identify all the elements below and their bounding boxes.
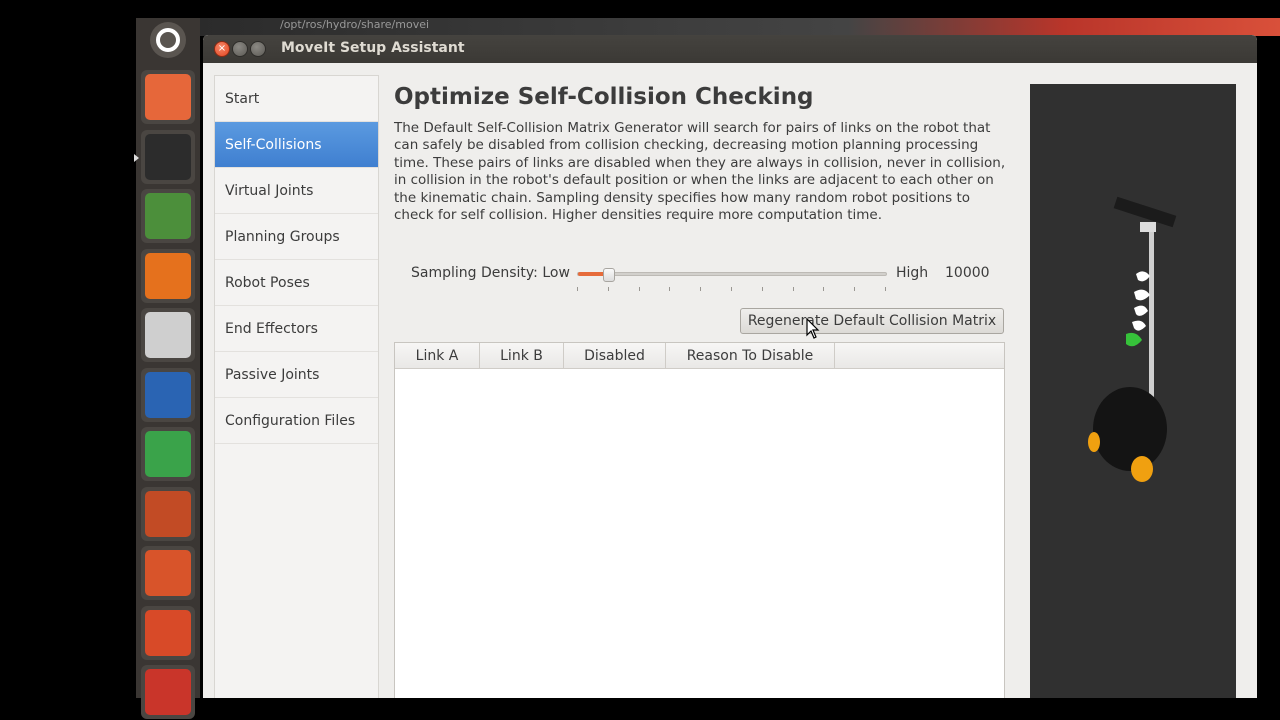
minimize-window-button[interactable] [232, 41, 248, 57]
firefox-glyph [145, 252, 191, 299]
nav-item-end-effectors[interactable]: End Effectors [215, 306, 378, 352]
title-bar[interactable]: × MoveIt Setup Assistant [203, 35, 1257, 63]
slider-tick [577, 287, 578, 291]
nav-item-start[interactable]: Start [215, 76, 378, 122]
ubuntu-one-glyph [145, 609, 191, 656]
robot-visualization[interactable] [1030, 84, 1236, 698]
background-window-path: /opt/ros/hydro/share/movei [280, 18, 430, 31]
sampling-density-row: Sampling Density: Low High 10000 [411, 263, 1001, 291]
setup-steps-nav: Start Self-Collisions Virtual Joints Pla… [214, 75, 379, 698]
software-center-icon[interactable] [141, 546, 195, 600]
nav-item-planning-groups[interactable]: Planning Groups [215, 214, 378, 260]
slider-tick [638, 287, 640, 291]
background-window-strip: /opt/ros/hydro/share/movei [200, 18, 1280, 36]
slider-handle[interactable] [603, 268, 615, 282]
sampling-density-label: Sampling Density: Low [411, 265, 570, 281]
nav-item-self-collisions[interactable]: Self-Collisions [215, 122, 378, 168]
maximize-window-button[interactable] [250, 41, 266, 57]
robot-model-icon [1088, 196, 1177, 482]
sampling-density-high-label: High [896, 265, 929, 281]
slider-tick [854, 287, 856, 291]
moveit-setup-window: × MoveIt Setup Assistant Start Self-Coll… [203, 35, 1257, 698]
active-indicator [134, 154, 139, 162]
software-center-glyph [145, 550, 191, 596]
chrome-glyph [145, 193, 191, 239]
nav-item-virtual-joints[interactable]: Virtual Joints [215, 168, 378, 214]
terminal-glyph [145, 133, 191, 180]
settings-glyph [145, 669, 191, 715]
slider-tick [761, 287, 763, 291]
sampling-density-slider[interactable] [577, 268, 887, 282]
slider-tick [700, 287, 702, 291]
dash-home-button[interactable] [150, 22, 186, 58]
slider-tick [607, 287, 609, 291]
nav-item-configuration-files[interactable]: Configuration Files [215, 398, 378, 444]
slider-tick [669, 287, 671, 291]
calc-glyph [145, 431, 191, 477]
terminal-icon[interactable] [141, 129, 195, 184]
column-header-reason[interactable]: Reason To Disable [666, 343, 835, 369]
ubuntu-logo-icon [156, 28, 180, 52]
slider-tick [731, 287, 732, 291]
unity-launcher [134, 18, 200, 719]
window-title: MoveIt Setup Assistant [281, 40, 465, 56]
files-icon[interactable] [141, 70, 195, 124]
column-header-disabled[interactable]: Disabled [564, 343, 666, 369]
calc-icon[interactable] [141, 427, 195, 481]
text-editor-icon[interactable] [141, 308, 195, 362]
writer-icon[interactable] [141, 367, 195, 422]
regenerate-collision-matrix-button[interactable]: Regenerate Default Collision Matrix [740, 308, 1004, 334]
settings-icon[interactable] [141, 665, 195, 719]
desktop: /opt/ros/hydro/share/movei × MoveIt Setu… [0, 0, 1280, 720]
page-title: Optimize Self-Collision Checking [394, 84, 814, 110]
firefox-icon[interactable] [141, 248, 195, 303]
files-glyph [145, 74, 191, 120]
impress-glyph [145, 490, 191, 537]
table-header: Link A Link B Disabled Reason To Disable [395, 343, 1004, 369]
text-editor-glyph [145, 312, 191, 358]
impress-icon[interactable] [141, 486, 195, 541]
collision-matrix-table[interactable]: Link A Link B Disabled Reason To Disable [394, 342, 1005, 698]
slider-tick [885, 287, 886, 291]
close-window-button[interactable]: × [214, 41, 230, 57]
mouse-pointer-icon [806, 318, 820, 339]
page-description: The Default Self-Collision Matrix Genera… [394, 120, 1006, 224]
slider-tick [823, 287, 825, 291]
column-header-link-a[interactable]: Link A [395, 343, 480, 369]
writer-glyph [145, 371, 191, 418]
nav-item-passive-joints[interactable]: Passive Joints [215, 352, 378, 398]
column-header-link-b[interactable]: Link B [480, 343, 564, 369]
chrome-icon[interactable] [141, 189, 195, 243]
ubuntu-one-icon[interactable] [141, 605, 195, 660]
nav-item-robot-poses[interactable]: Robot Poses [215, 260, 378, 306]
slider-tick [792, 287, 794, 291]
sampling-density-value: 10000 [945, 265, 990, 281]
